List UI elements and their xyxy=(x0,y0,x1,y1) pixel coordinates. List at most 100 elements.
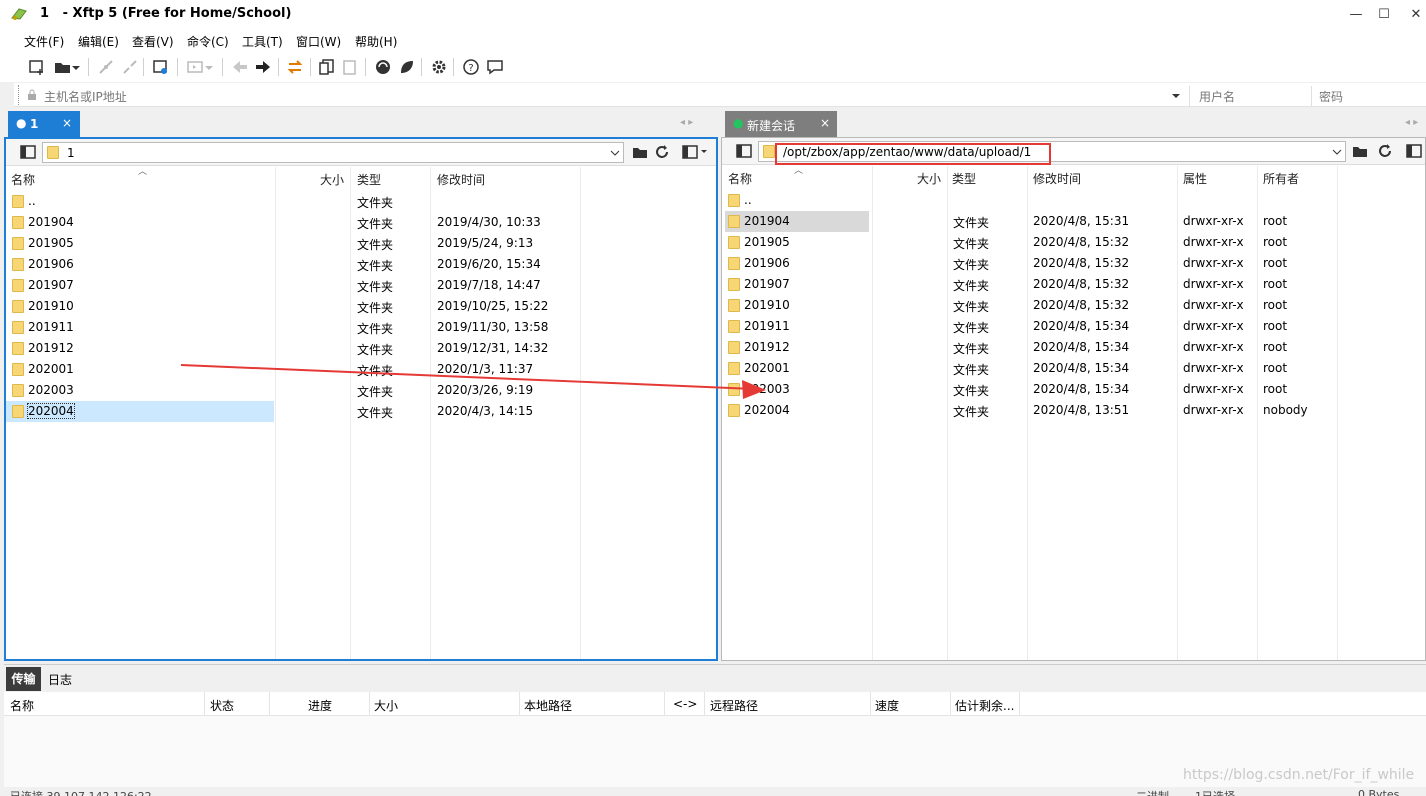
back-arrow-icon[interactable] xyxy=(229,57,251,77)
sync-arrows-icon[interactable] xyxy=(284,57,306,77)
file-modified: 2020/4/8, 15:34 xyxy=(1033,319,1130,333)
remote-file-row[interactable]: 202003 文件夹 2020/4/8, 15:34 drwxr-xr-x root xyxy=(722,379,1425,400)
parent-folder-icon[interactable] xyxy=(632,145,648,159)
toolbar-divider xyxy=(143,58,144,76)
file-type: 文件夹 xyxy=(953,363,990,377)
local-file-row[interactable]: 201904 文件夹 2019/4/30, 10:33 xyxy=(6,212,716,233)
view-options-icon[interactable] xyxy=(1406,144,1422,158)
tab-close-icon[interactable]: × xyxy=(820,116,830,130)
tab-local-1[interactable]: ● 1 × xyxy=(8,111,80,137)
menu-tools[interactable]: 工具(T) xyxy=(242,33,283,50)
host-input[interactable]: 主机名或IP地址 xyxy=(44,88,1169,105)
local-file-row[interactable]: 201907 文件夹 2019/7/18, 14:47 xyxy=(6,275,716,296)
forward-arrow-icon[interactable] xyxy=(252,57,274,77)
col-attributes[interactable]: 属性 xyxy=(1183,170,1207,187)
remote-file-row[interactable]: 201904 文件夹 2020/4/8, 15:31 drwxr-xr-x root xyxy=(722,211,1425,232)
refresh-icon[interactable] xyxy=(654,144,670,160)
local-file-row[interactable]: 201905 文件夹 2019/5/24, 9:13 xyxy=(6,233,716,254)
host-dropdown-icon[interactable] xyxy=(1171,92,1181,100)
file-type: 文件夹 xyxy=(953,342,990,356)
paste-icon[interactable] xyxy=(339,57,361,77)
xshell-icon[interactable] xyxy=(372,57,394,77)
menu-view[interactable]: 查看(V) xyxy=(132,33,174,50)
col-size[interactable]: 大小 xyxy=(917,170,941,187)
file-attributes: drwxr-xr-x xyxy=(1183,361,1244,375)
remote-file-row[interactable]: 201910 文件夹 2020/4/8, 15:32 drwxr-xr-x root xyxy=(722,295,1425,316)
tab-close-icon[interactable]: × xyxy=(62,116,72,130)
col-modified[interactable]: 修改时间 xyxy=(1033,170,1081,187)
tab-scroll-right-icon[interactable]: ◂ ▸ xyxy=(1405,117,1418,128)
password-input[interactable]: 密码 xyxy=(1319,88,1419,105)
col-remote-path[interactable]: 远程路径 xyxy=(710,697,758,714)
col-direction[interactable]: <-> xyxy=(673,697,697,711)
col-local-path[interactable]: 本地路径 xyxy=(524,697,572,714)
file-name: 201910 xyxy=(744,298,790,312)
tab-log[interactable]: 日志 xyxy=(48,671,72,688)
tab-transfers[interactable]: 传输 xyxy=(6,667,41,691)
chevron-down-icon[interactable] xyxy=(610,149,620,157)
tab-scroll-left-icon[interactable]: ◂ ▸ xyxy=(680,117,693,128)
file-name: 201911 xyxy=(744,319,790,333)
col-name[interactable]: 名称 xyxy=(11,171,35,188)
remote-file-row[interactable]: .. xyxy=(722,190,1425,211)
local-file-row[interactable]: 201910 文件夹 2019/10/25, 15:22 xyxy=(6,296,716,317)
view-options-icon[interactable] xyxy=(682,145,708,159)
col-size[interactable]: 大小 xyxy=(320,171,344,188)
refresh-icon[interactable] xyxy=(1377,143,1393,159)
local-file-row[interactable]: 202001 文件夹 2020/1/3, 11:37 xyxy=(6,359,716,380)
col-size[interactable]: 大小 xyxy=(374,697,398,714)
close-button[interactable]: ✕ xyxy=(1396,2,1426,28)
gear-icon[interactable] xyxy=(428,57,450,77)
menu-command[interactable]: 命令(C) xyxy=(187,33,229,50)
feedback-icon[interactable] xyxy=(484,57,506,77)
remote-file-row[interactable]: 201905 文件夹 2020/4/8, 15:32 drwxr-xr-x root xyxy=(722,232,1425,253)
connect-icon[interactable] xyxy=(95,57,117,77)
new-session-icon[interactable] xyxy=(26,57,48,77)
local-path-input[interactable]: 1 xyxy=(42,142,624,163)
col-progress[interactable]: 进度 xyxy=(308,697,332,714)
col-modified[interactable]: 修改时间 xyxy=(437,171,485,188)
properties-icon[interactable] xyxy=(150,57,172,77)
disconnect-icon[interactable] xyxy=(119,57,141,77)
local-file-row[interactable]: 202004 文件夹 2020/4/3, 14:15 xyxy=(6,401,716,422)
col-type[interactable]: 类型 xyxy=(357,171,381,188)
local-file-row[interactable]: 201906 文件夹 2019/6/20, 15:34 xyxy=(6,254,716,275)
open-dropdown-icon[interactable] xyxy=(70,57,82,77)
col-speed[interactable]: 速度 xyxy=(875,697,899,714)
xmanager-icon[interactable] xyxy=(396,57,418,77)
local-file-row[interactable]: 201911 文件夹 2019/11/30, 13:58 xyxy=(6,317,716,338)
local-file-row[interactable]: .. 文件夹 xyxy=(6,191,716,212)
file-name: 202001 xyxy=(28,362,74,376)
col-name[interactable]: 名称 xyxy=(728,170,752,187)
menu-edit[interactable]: 编辑(E) xyxy=(78,33,119,50)
remote-file-row[interactable]: 201912 文件夹 2020/4/8, 15:34 drwxr-xr-x root xyxy=(722,337,1425,358)
menu-window[interactable]: 窗口(W) xyxy=(296,33,341,50)
remote-file-row[interactable]: 201911 文件夹 2020/4/8, 15:34 drwxr-xr-x root xyxy=(722,316,1425,337)
menu-help[interactable]: 帮助(H) xyxy=(355,33,397,50)
remote-file-row[interactable]: 201907 文件夹 2020/4/8, 15:32 drwxr-xr-x root xyxy=(722,274,1425,295)
col-owner[interactable]: 所有者 xyxy=(1263,170,1299,187)
local-file-row[interactable]: 202003 文件夹 2020/3/26, 9:19 xyxy=(6,380,716,401)
tab-remote-session[interactable]: ● 新建会话 × xyxy=(725,111,837,137)
remote-file-row[interactable]: 202001 文件夹 2020/4/8, 15:34 drwxr-xr-x root xyxy=(722,358,1425,379)
col-name[interactable]: 名称 xyxy=(10,697,34,714)
username-input[interactable]: 用户名 xyxy=(1199,88,1299,105)
remote-file-row[interactable]: 202004 文件夹 2020/4/8, 13:51 drwxr-xr-x nobody xyxy=(722,400,1425,421)
local-file-row[interactable]: 201912 文件夹 2019/12/31, 14:32 xyxy=(6,338,716,359)
col-status[interactable]: 状态 xyxy=(210,697,234,714)
parent-folder-icon[interactable] xyxy=(1352,144,1368,158)
col-eta[interactable]: 估计剩余... xyxy=(955,697,1014,714)
remote-file-row[interactable]: 201906 文件夹 2020/4/8, 15:32 drwxr-xr-x root xyxy=(722,253,1425,274)
chevron-down-icon[interactable] xyxy=(1332,148,1342,156)
col-type[interactable]: 类型 xyxy=(952,170,976,187)
menu-file[interactable]: 文件(F) xyxy=(24,33,64,50)
folder-icon xyxy=(728,278,740,291)
file-modified: 2019/4/30, 10:33 xyxy=(437,215,541,229)
file-modified: 2019/11/30, 13:58 xyxy=(437,320,549,334)
copy-icon[interactable] xyxy=(316,57,338,77)
panel-toggle-icon[interactable] xyxy=(20,145,36,159)
file-modified: 2020/4/8, 15:32 xyxy=(1033,277,1130,291)
help-icon[interactable]: ? xyxy=(460,57,482,77)
terminal-dropdown-icon[interactable] xyxy=(203,57,215,77)
panel-toggle-icon[interactable] xyxy=(736,144,752,158)
